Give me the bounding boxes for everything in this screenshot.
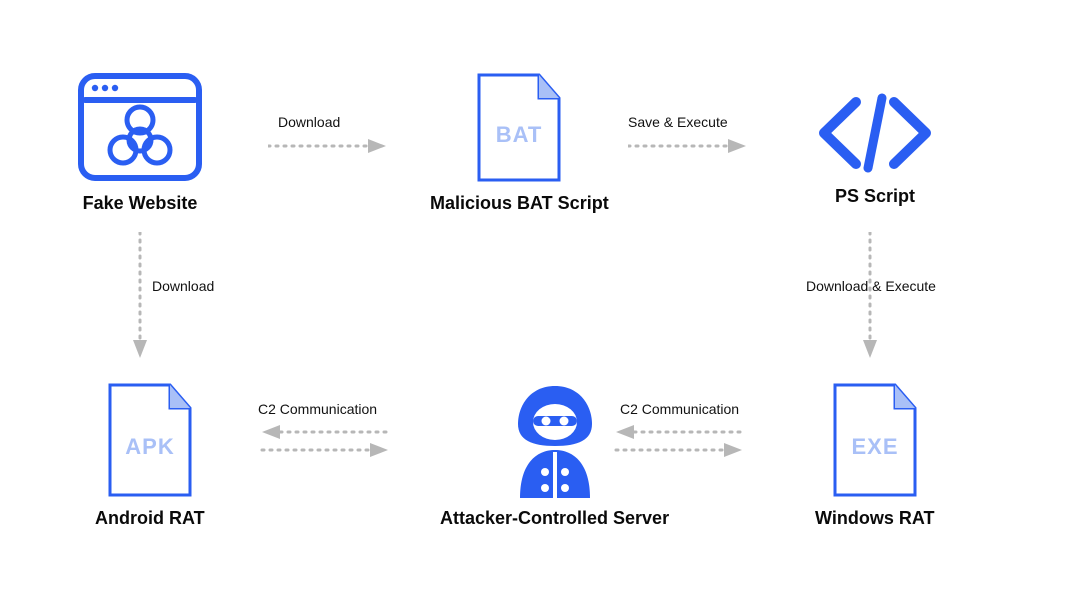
edge-label-bat-to-ps: Save & Execute xyxy=(628,114,728,130)
edge-label-exe-c2: C2 Communication xyxy=(620,401,739,417)
code-icon xyxy=(810,88,940,178)
edge-label-fw-to-bat: Download xyxy=(278,114,340,130)
node-label-windows-rat: Windows RAT xyxy=(815,508,935,529)
node-label-bat-script: Malicious BAT Script xyxy=(430,193,609,214)
edge-label-apk-c2: C2 Communication xyxy=(258,401,377,417)
arrow-ps-to-exe xyxy=(860,232,880,360)
bat-file-icon: BAT xyxy=(469,70,569,185)
exe-file-text: EXE xyxy=(851,434,898,459)
bat-file-text: BAT xyxy=(496,122,543,147)
node-windows-rat: EXE Windows RAT xyxy=(815,380,935,529)
node-android-rat: APK Android RAT xyxy=(95,380,205,529)
apk-file-icon: APK xyxy=(100,380,200,500)
arrow-fw-to-bat xyxy=(268,136,388,156)
node-label-fake-website: Fake Website xyxy=(83,193,198,214)
attacker-icon xyxy=(500,380,610,500)
arrow-fw-to-apk xyxy=(130,232,150,360)
exe-file-icon: EXE xyxy=(825,380,925,500)
node-ps-script: PS Script xyxy=(810,88,940,207)
edge-label-ps-to-exe: Download & Execute xyxy=(806,278,936,294)
apk-file-text: APK xyxy=(125,434,174,459)
edge-label-fw-to-apk: Download xyxy=(152,278,214,294)
node-fake-website: Fake Website xyxy=(75,70,205,214)
node-bat-script: BAT Malicious BAT Script xyxy=(430,70,609,214)
browser-biohazard-icon xyxy=(75,70,205,185)
node-label-android-rat: Android RAT xyxy=(95,508,205,529)
arrow-apk-c2 xyxy=(260,420,390,460)
arrow-exe-c2 xyxy=(614,420,744,460)
arrow-bat-to-ps xyxy=(628,136,748,156)
node-label-c2-server: Attacker-Controlled Server xyxy=(440,508,669,529)
node-label-ps-script: PS Script xyxy=(835,186,915,207)
